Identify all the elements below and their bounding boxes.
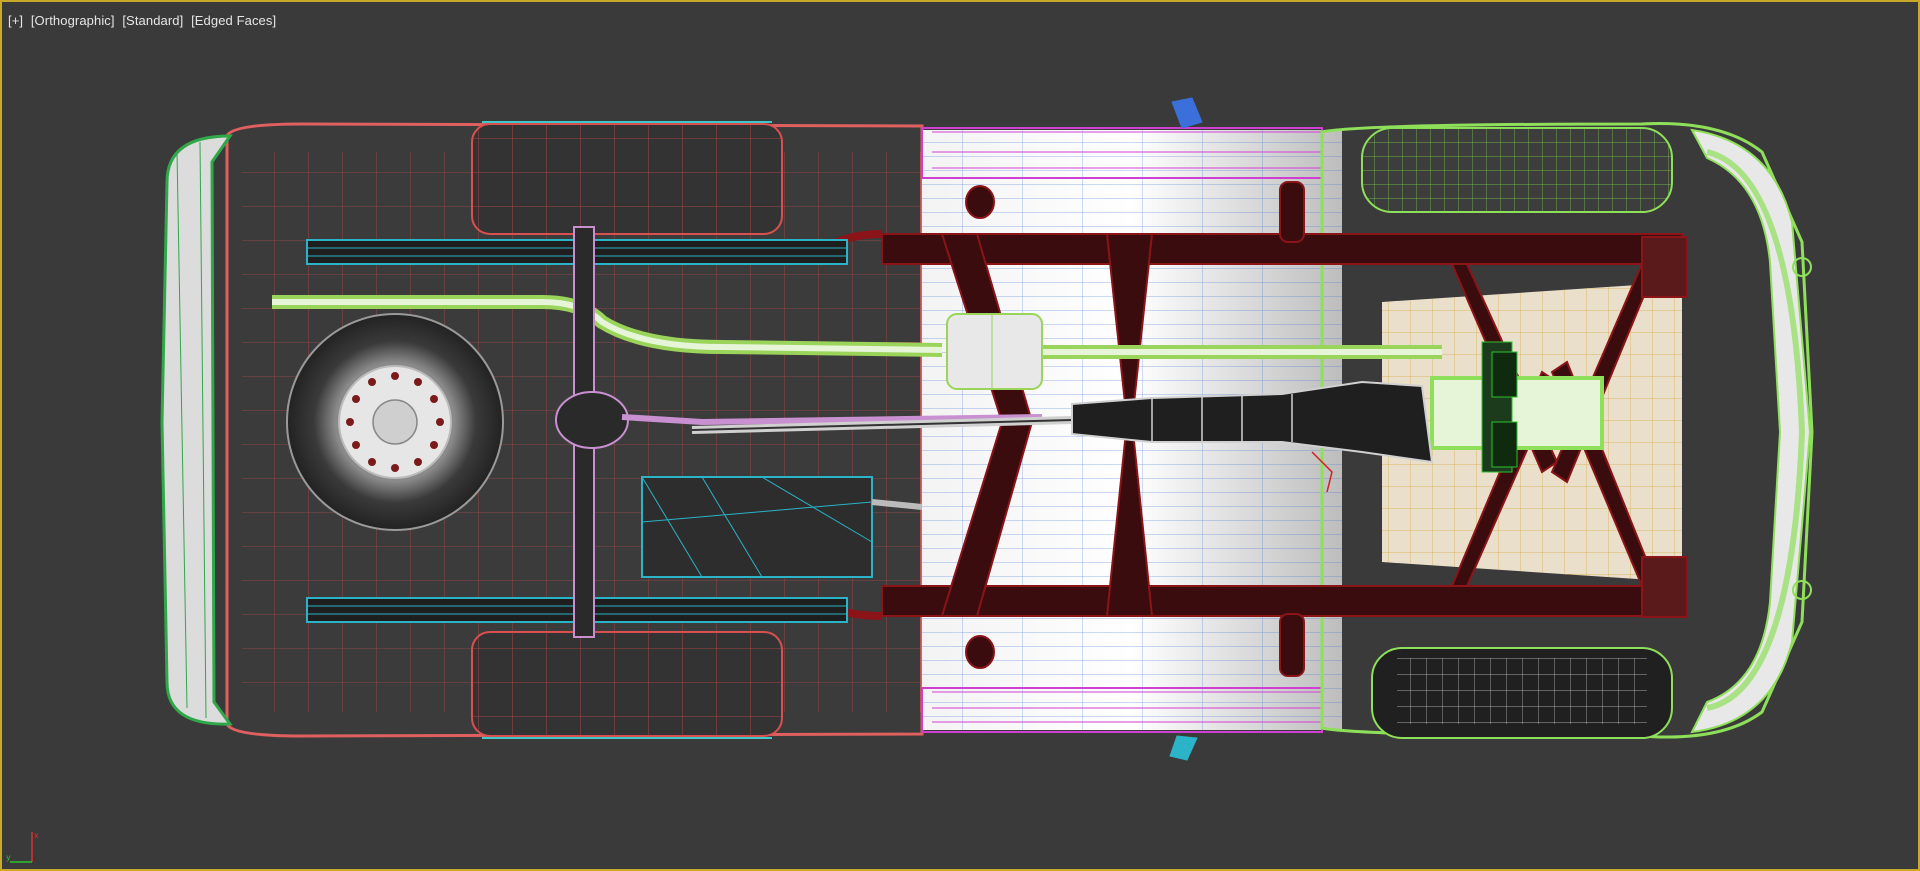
gizmo-x-label: x bbox=[34, 831, 39, 840]
viewport-edges-menu[interactable]: [Edged Faces] bbox=[191, 13, 276, 28]
spare-tire[interactable] bbox=[286, 313, 504, 531]
car-chassis-model[interactable] bbox=[2, 2, 1918, 869]
viewport-view-menu[interactable]: [Orthographic] bbox=[31, 13, 115, 28]
front-suspension[interactable] bbox=[1481, 341, 1518, 473]
viewport-shading-menu[interactable]: [Standard] bbox=[122, 13, 183, 28]
axis-gizmo: y x bbox=[6, 831, 39, 863]
viewport-label-bar: [+] [Orthographic] [Standard] [Edged Fac… bbox=[8, 13, 280, 28]
rear-bumper[interactable] bbox=[160, 134, 233, 726]
gizmo-y-label: y bbox=[6, 853, 11, 862]
viewport-plus-menu[interactable]: [+] bbox=[8, 13, 23, 28]
viewport-orthographic[interactable]: [+] [Orthographic] [Standard] [Edged Fac… bbox=[0, 0, 1920, 871]
